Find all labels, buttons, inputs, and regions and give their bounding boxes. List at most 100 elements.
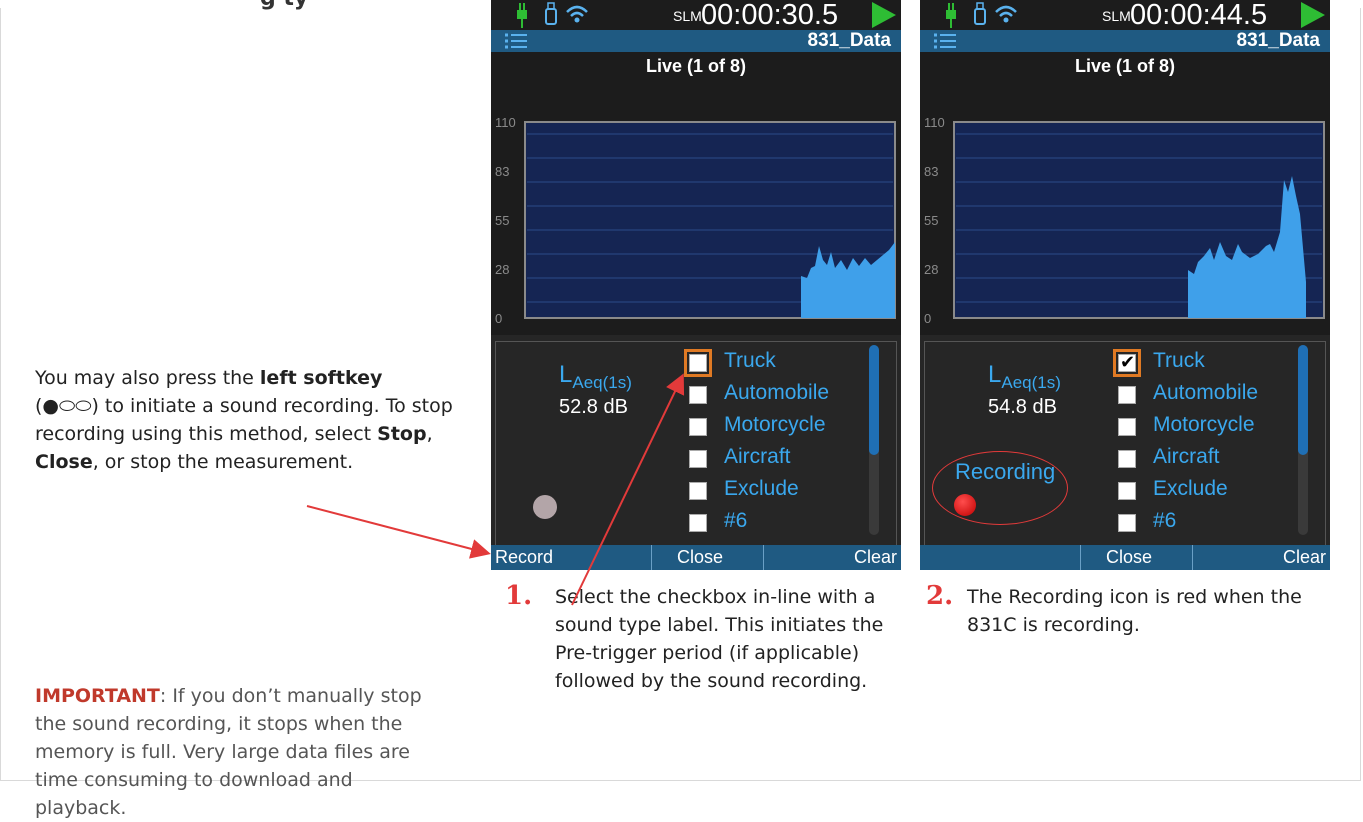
checkbox-label: Aircraft: [724, 445, 791, 468]
laeq-subscript: Aeq(1s): [572, 372, 632, 392]
status-bar: SLM 00:00:30.5: [491, 0, 901, 31]
menu-icon[interactable]: [934, 32, 956, 50]
checkbox[interactable]: [1118, 418, 1136, 436]
status-icons: [946, 2, 1017, 28]
wifi-dot: [574, 17, 580, 23]
checkbox[interactable]: [689, 418, 707, 436]
note-text: , or stop the measurement.: [92, 451, 354, 473]
wifi-icon: [566, 5, 588, 23]
plug-cord: [950, 19, 952, 28]
checkbox[interactable]: [689, 450, 707, 468]
spectrum-chart: 110 83 55 28 0: [924, 115, 1325, 326]
checkbox-label: Automobile: [724, 381, 830, 404]
checkbox[interactable]: [689, 386, 707, 404]
title-bar: 831_Data: [920, 30, 1330, 52]
device-screen-2: SLM 00:00:44.5 831_Data Live (1 of 8) 110 83 5…: [920, 0, 1330, 570]
y-tick-label: 0: [924, 311, 931, 326]
device-screen-1: SLM 00:00:30.5 831_Data Live (1 of 8) 110 83 5…: [491, 0, 901, 570]
elapsed-timer: 00:00:44.5: [1130, 0, 1268, 31]
y-tick-label: 55: [495, 213, 509, 228]
menu-dot: [505, 39, 508, 43]
checkbox-label: Automobile: [1153, 381, 1259, 404]
record-indicator-icon: [954, 494, 976, 516]
status-icons: [517, 2, 588, 28]
plug-prong: [952, 3, 954, 10]
play-icon[interactable]: [1301, 2, 1325, 28]
softkey-left[interactable]: Record: [495, 545, 553, 570]
menu-line: [940, 40, 956, 42]
slm-mode-label: SLM: [673, 8, 702, 24]
y-tick-label: 28: [495, 262, 509, 277]
softkey-bar: Close Clear: [920, 545, 1330, 570]
softkey-center[interactable]: Close: [677, 545, 723, 570]
data-file-name: 831_Data: [807, 30, 891, 51]
softkey-symbol: (●⬭⬭): [35, 395, 99, 417]
menu-dot: [505, 45, 508, 49]
scrollbar[interactable]: [869, 345, 879, 535]
menu-dot: [934, 39, 937, 43]
y-tick-label: 110: [924, 115, 945, 130]
laeq-symbol: L: [988, 361, 1002, 388]
usb-body: [545, 8, 557, 25]
left-softkey-note: You may also press the left softkey (●⬭⬭)…: [35, 364, 455, 476]
plug-prong: [519, 3, 521, 10]
note-close: Close: [35, 451, 93, 473]
checkbox[interactable]: [1118, 514, 1136, 532]
note-comma: ,: [426, 423, 433, 445]
title-bar: 831_Data: [491, 30, 901, 52]
checkbox[interactable]: [1118, 482, 1136, 500]
checkbox[interactable]: [689, 514, 707, 532]
checkbox-label: Motorcycle: [1153, 413, 1255, 436]
note-left-softkey: left softkey: [259, 367, 383, 389]
y-tick-label: 0: [495, 311, 502, 326]
softkey-bar: Record Close Clear: [491, 545, 901, 570]
softkey-right[interactable]: Clear: [1283, 545, 1326, 570]
menu-line: [940, 46, 956, 48]
softkey-right[interactable]: Clear: [854, 545, 897, 570]
spectrum-chart: 110 83 55 28 0: [495, 115, 896, 326]
scrollbar-thumb[interactable]: [1298, 345, 1308, 455]
record-indicator-icon: [533, 495, 557, 519]
checkbox[interactable]: [1118, 450, 1136, 468]
checkbox[interactable]: [689, 482, 707, 500]
wifi-arc: [995, 5, 1017, 13]
wifi-icon: [995, 5, 1017, 23]
checkbox[interactable]: ✔: [1118, 353, 1136, 373]
usb-icon: [545, 2, 557, 25]
step-text: The Recording icon is red when the 831C …: [967, 586, 1302, 636]
checkbox-label: Aircraft: [1153, 445, 1220, 468]
measurement-panel: LAeq(1s) 52.8 dB Truck Automobile Motorcycle…: [491, 335, 901, 546]
usb-icon: [974, 2, 986, 25]
menu-icon[interactable]: [505, 32, 527, 50]
note-stop: Stop: [377, 423, 427, 445]
note-text: You may also press the: [35, 367, 260, 389]
important-note: IMPORTANT: If you don’t manually stop th…: [35, 682, 435, 822]
wifi-arc: [566, 5, 588, 13]
laeq-label: LAeq(1s): [559, 361, 632, 393]
plug-body: [517, 10, 527, 19]
y-tick-label: 55: [924, 213, 938, 228]
play-icon[interactable]: [872, 2, 896, 28]
y-tick-label: 83: [924, 164, 938, 179]
checkbox[interactable]: [689, 354, 707, 372]
scrollbar[interactable]: [1298, 345, 1308, 535]
slm-mode-label: SLM: [1102, 8, 1131, 24]
menu-dot: [934, 45, 937, 49]
wifi-arc: [570, 11, 584, 17]
status-bar: SLM 00:00:44.5: [920, 0, 1330, 31]
scrollbar-thumb[interactable]: [869, 345, 879, 455]
wifi-arc: [999, 11, 1013, 17]
checkbox[interactable]: [1118, 386, 1136, 404]
checkbox-label: Exclude: [1153, 477, 1228, 500]
laeq-symbol: L: [559, 361, 573, 388]
menu-line: [511, 34, 527, 36]
step-text: Select the checkbox in-line with a sound…: [555, 586, 884, 692]
softkey-center[interactable]: Close: [1106, 545, 1152, 570]
step-number: 1.: [505, 581, 533, 611]
laeq-value: 54.8 dB: [988, 396, 1057, 418]
important-label: IMPORTANT: [35, 685, 160, 707]
menu-dot: [505, 33, 508, 37]
plug-icon: [517, 3, 527, 28]
menu-line: [511, 46, 527, 48]
softkey-separator: [1192, 545, 1193, 570]
